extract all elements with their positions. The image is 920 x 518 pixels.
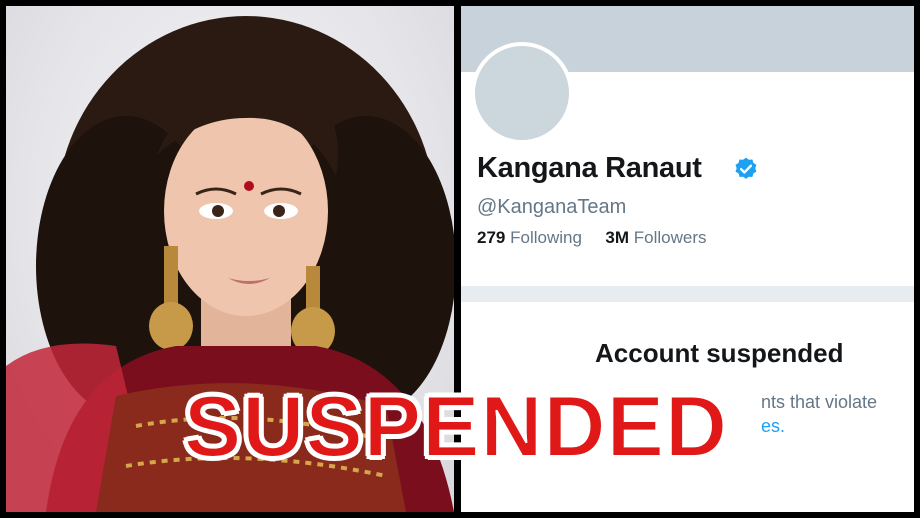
profile-display-name: Kangana Ranaut bbox=[477, 152, 702, 184]
suspension-title: Account suspended bbox=[595, 338, 844, 368]
profile-stats: 279 Following 3M Followers bbox=[477, 228, 707, 248]
profile-handle: @KanganaTeam bbox=[477, 196, 627, 218]
suspended-overlay-label: SUSPENDED bbox=[183, 378, 729, 476]
verified-badge-icon bbox=[735, 157, 757, 179]
section-divider bbox=[461, 286, 914, 302]
followers-count: 3M bbox=[605, 228, 630, 247]
following-link[interactable]: Following bbox=[510, 228, 582, 247]
followers-link[interactable]: Followers bbox=[634, 228, 707, 247]
following-count: 279 bbox=[477, 228, 506, 247]
avatar bbox=[471, 42, 573, 144]
